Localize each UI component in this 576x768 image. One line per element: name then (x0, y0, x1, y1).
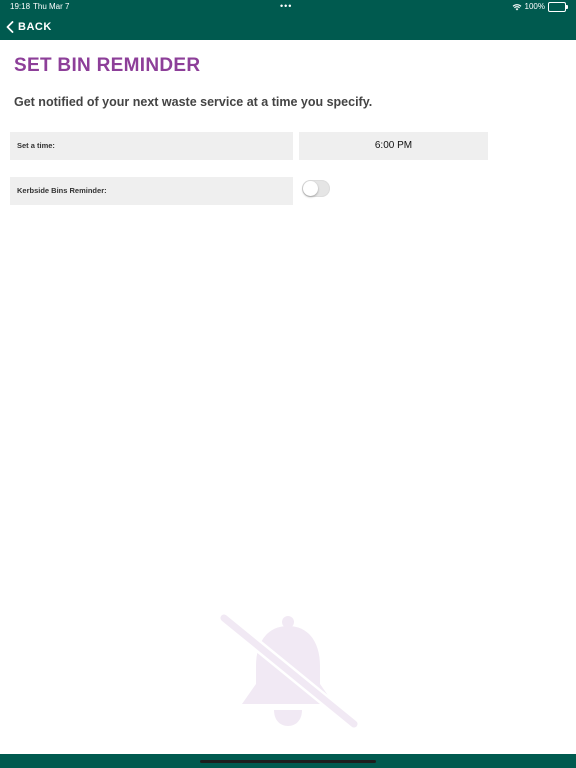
home-indicator[interactable] (200, 760, 376, 763)
page-title: SET BIN REMINDER (14, 55, 201, 76)
battery-percent: 100% (524, 2, 545, 11)
set-time-label: Set a time: (10, 132, 293, 160)
bell-slash-icon (218, 612, 360, 730)
back-label: BACK (18, 21, 52, 33)
status-time: 19:18 (10, 2, 31, 11)
status-right: 100% (512, 0, 568, 14)
wifi-icon (512, 4, 521, 11)
time-picker[interactable]: 6:00 PM (299, 132, 488, 160)
reminder-label: Kerbside Bins Reminder: (10, 177, 293, 205)
status-bar: 19:18 Thu Mar 7 ••• 100% (0, 0, 576, 14)
page-subtitle: Get notified of your next waste service … (14, 95, 373, 109)
multitasking-dots-icon[interactable]: ••• (280, 0, 292, 13)
battery-icon (548, 2, 568, 12)
chevron-left-icon (6, 21, 14, 33)
status-date: Thu Mar 7 (33, 2, 70, 11)
toggle-knob (303, 181, 318, 196)
top-bar: 19:18 Thu Mar 7 ••• 100% BACK (0, 0, 576, 40)
back-button[interactable]: BACK (6, 18, 52, 36)
reminder-toggle[interactable] (302, 180, 330, 197)
